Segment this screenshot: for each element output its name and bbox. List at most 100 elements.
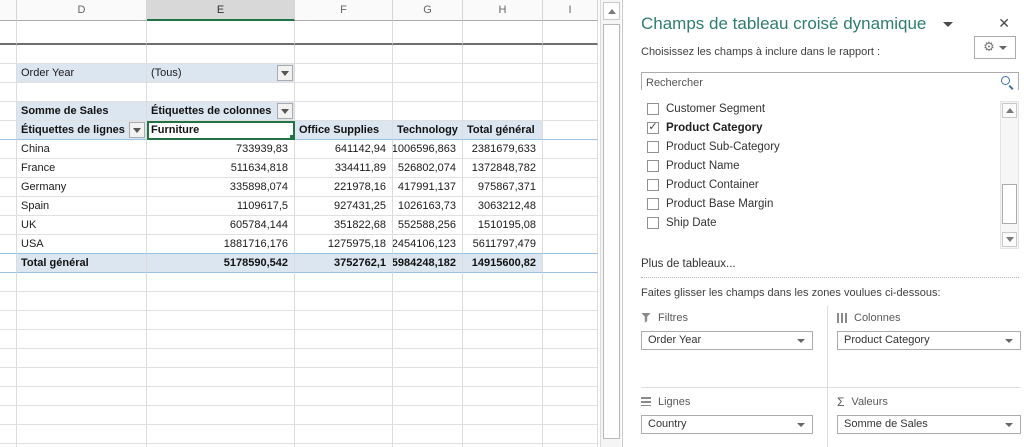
cell[interactable]	[0, 102, 17, 121]
cell[interactable]: 1006596,863	[393, 140, 463, 159]
row-labels-dropdown-button[interactable]	[129, 122, 145, 138]
cell[interactable]: 2381679,633	[463, 140, 543, 159]
cell[interactable]	[147, 406, 295, 425]
cell[interactable]	[463, 273, 543, 292]
cell[interactable]	[393, 387, 463, 406]
cell[interactable]	[463, 406, 543, 425]
cell[interactable]	[543, 349, 598, 368]
cell[interactable]: 605784,144	[147, 216, 295, 235]
cell[interactable]	[147, 368, 295, 387]
cell[interactable]	[543, 159, 598, 178]
cell[interactable]	[463, 311, 543, 330]
cell[interactable]: 334411,89	[295, 159, 393, 178]
filter-field-cell[interactable]: Order Year	[17, 64, 147, 83]
tools-button[interactable]: ⚙	[974, 36, 1016, 59]
cell[interactable]	[17, 45, 147, 64]
cell[interactable]	[393, 21, 463, 45]
column-labels-cell[interactable]: Étiquettes de colonnes	[147, 102, 295, 121]
row-label[interactable]: China	[17, 140, 147, 159]
cell[interactable]	[543, 197, 598, 216]
cell[interactable]	[393, 330, 463, 349]
cell[interactable]	[463, 64, 543, 83]
cell[interactable]	[147, 292, 295, 311]
cell[interactable]	[295, 311, 393, 330]
cell[interactable]	[543, 330, 598, 349]
cell[interactable]	[0, 64, 17, 83]
cell[interactable]	[543, 140, 598, 159]
row-label[interactable]: France	[17, 159, 147, 178]
cell[interactable]: 417991,137	[393, 178, 463, 197]
cell[interactable]: 641142,94	[295, 140, 393, 159]
rows-zone[interactable]: Lignes Country	[641, 394, 813, 434]
cell[interactable]	[295, 387, 393, 406]
field-chip-product-category[interactable]: Product Category	[837, 331, 1021, 350]
cell[interactable]: 1109617,5	[147, 197, 295, 216]
checkbox-unchecked[interactable]	[647, 140, 659, 153]
scroll-up-button[interactable]	[603, 2, 620, 20]
cell[interactable]	[463, 425, 543, 444]
cell[interactable]	[295, 45, 393, 64]
field-item[interactable]: Customer Segment	[641, 99, 1019, 118]
cell[interactable]	[295, 368, 393, 387]
scroll-down-button[interactable]	[1002, 232, 1017, 247]
field-item[interactable]: Product Base Margin	[641, 194, 1019, 213]
cell[interactable]	[147, 349, 295, 368]
cell[interactable]	[543, 387, 598, 406]
cell[interactable]	[463, 102, 543, 121]
cell[interactable]	[295, 64, 393, 83]
cell[interactable]	[543, 425, 598, 444]
cell[interactable]	[393, 64, 463, 83]
pivot-column-header[interactable]: Office Supplies	[295, 121, 393, 140]
cell[interactable]: 733939,83	[147, 140, 295, 159]
cell[interactable]	[0, 121, 17, 140]
field-item[interactable]: Product Name	[641, 156, 1019, 175]
cell[interactable]	[0, 197, 17, 216]
cell[interactable]	[17, 349, 147, 368]
checkbox-unchecked[interactable]	[647, 102, 659, 115]
column-header-H[interactable]: H	[463, 0, 543, 21]
filter-value-cell[interactable]: (Tous)	[147, 64, 295, 83]
cell[interactable]	[0, 425, 17, 444]
field-chip-country[interactable]: Country	[641, 415, 813, 434]
cell[interactable]	[17, 83, 147, 102]
cell[interactable]: 526802,074	[393, 159, 463, 178]
checkbox-unchecked[interactable]	[647, 216, 659, 229]
cell[interactable]	[17, 406, 147, 425]
cell[interactable]	[463, 45, 543, 64]
cell[interactable]	[17, 21, 147, 45]
cell[interactable]	[393, 349, 463, 368]
cell[interactable]: 3063212,48	[463, 197, 543, 216]
cell[interactable]	[17, 368, 147, 387]
cell[interactable]	[543, 45, 598, 64]
cell[interactable]	[147, 387, 295, 406]
cell[interactable]	[0, 387, 17, 406]
field-list-scrollbar[interactable]	[1000, 101, 1019, 249]
pivot-column-header[interactable]: Total général	[463, 121, 543, 140]
filter-dropdown-button[interactable]	[277, 65, 293, 81]
cell[interactable]	[543, 235, 598, 254]
cell[interactable]	[0, 406, 17, 425]
cell[interactable]	[543, 64, 598, 83]
cell[interactable]	[17, 425, 147, 444]
cell[interactable]	[543, 406, 598, 425]
measure-cell[interactable]: Somme de Sales	[17, 102, 147, 121]
selected-cell-furniture[interactable]: Furniture	[147, 121, 295, 140]
columns-zone[interactable]: Colonnes Product Category	[837, 310, 1021, 350]
cell[interactable]	[295, 273, 393, 292]
field-item[interactable]: ✓ Product Category	[641, 118, 1019, 137]
cell[interactable]	[0, 330, 17, 349]
field-item[interactable]: Product Sub-Category	[641, 137, 1019, 156]
cell[interactable]	[543, 273, 598, 292]
cell[interactable]	[393, 425, 463, 444]
cell[interactable]	[543, 102, 598, 121]
cell[interactable]: 2454106,123	[393, 235, 463, 254]
cell[interactable]: 1275975,18	[295, 235, 393, 254]
column-header-E-selected[interactable]: E	[147, 0, 295, 21]
cell[interactable]	[147, 45, 295, 64]
row-label[interactable]: USA	[17, 235, 147, 254]
checkbox-unchecked[interactable]	[647, 197, 659, 210]
cell[interactable]	[147, 83, 295, 102]
cell[interactable]: 1881716,176	[147, 235, 295, 254]
cell[interactable]	[295, 406, 393, 425]
cell[interactable]	[17, 292, 147, 311]
